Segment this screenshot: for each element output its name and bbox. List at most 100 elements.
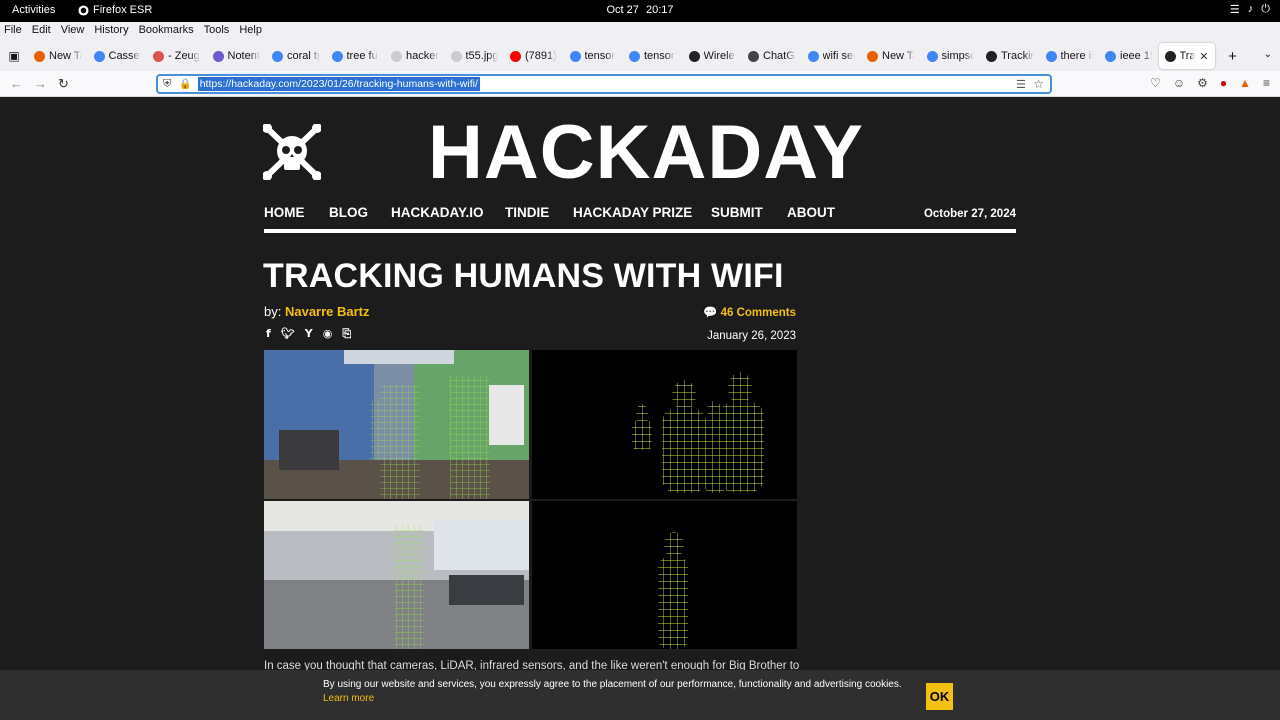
menu-history[interactable]: History	[89, 22, 133, 41]
article-date: January 26, 2023	[707, 330, 796, 342]
nav-submit[interactable]: SUBMIT	[711, 205, 763, 220]
account-icon[interactable]: ☺	[1173, 76, 1185, 90]
addon-icon[interactable]: ▲	[1239, 76, 1251, 90]
browser-tab[interactable]: tensor	[623, 43, 683, 69]
browser-tab[interactable]: (7891)	[504, 43, 564, 69]
tab-favicon-icon	[153, 50, 164, 62]
browser-tab[interactable]: Notent	[207, 43, 267, 69]
pocket-icon[interactable]: ♡	[1150, 76, 1161, 90]
cookie-ok-button[interactable]: OK	[926, 683, 953, 710]
tab-title: simpso	[941, 50, 975, 62]
tab-favicon-icon	[272, 50, 283, 62]
tab-title: tensor	[584, 50, 616, 62]
tab-title: (7891)	[525, 50, 557, 62]
browser-tab[interactable]: coral tp	[266, 43, 326, 69]
byline-label: by:	[264, 304, 282, 319]
browser-tab[interactable]: wifi ser	[802, 43, 862, 69]
tab-strip: ▣ New Tab Cassette - Zeug Notent coral tp tre…	[0, 41, 1280, 71]
tab-title: Wireless	[703, 50, 737, 62]
hacker-news-icon[interactable]: Y	[305, 327, 313, 341]
nav-blog[interactable]: BLOG	[329, 205, 368, 220]
browser-tab[interactable]: Trac✕	[1158, 43, 1215, 69]
ublock-icon[interactable]: ●	[1220, 76, 1227, 90]
hackaday-skull-logo-icon[interactable]	[263, 124, 321, 180]
system-tray[interactable]: ☰ ♪ ⏻	[1230, 3, 1270, 16]
twitter-icon[interactable]: 🐦︎	[281, 327, 295, 341]
reader-view-icon[interactable]: ☰	[1016, 78, 1026, 91]
browser-tab[interactable]: Cassette	[88, 43, 148, 69]
browser-tab[interactable]: there is	[1040, 43, 1100, 69]
menu-help[interactable]: Help	[234, 22, 267, 41]
browser-tab[interactable]: tensor	[564, 43, 624, 69]
tab-favicon-icon	[93, 50, 105, 62]
nav-home[interactable]: HOME	[264, 205, 305, 220]
nav-hackaday-prize[interactable]: HACKADAY PRIZE	[573, 205, 692, 220]
author-link[interactable]: Navarre Bartz	[285, 304, 370, 319]
network-icon: ☰	[1229, 4, 1240, 16]
system-top-bar: Activities Firefox ESR Oct 27 20:17 ☰ ♪ …	[0, 0, 1280, 22]
browser-tab[interactable]: t55.jpg (JP	[445, 43, 505, 69]
firefox-view-icon[interactable]: ▣	[0, 49, 28, 63]
tab-close-icon[interactable]: ✕	[1199, 50, 1208, 63]
cookie-message: By using our website and services, you e…	[323, 679, 902, 690]
tab-title: Trac	[1179, 50, 1196, 62]
browser-tab[interactable]: hackersca	[385, 43, 445, 69]
clock[interactable]: Oct 27 20:17	[0, 4, 1280, 16]
back-icon[interactable]: ←	[10, 76, 23, 91]
browser-tab[interactable]: Tracking	[980, 43, 1040, 69]
url-text[interactable]: https://hackaday.com/2023/01/26/tracking…	[197, 77, 480, 91]
lock-icon[interactable]: 🔒	[179, 79, 191, 90]
browser-tab[interactable]: simpso	[921, 43, 981, 69]
extensions-icon[interactable]: ⚙	[1197, 76, 1208, 90]
nav-hackaday-io[interactable]: HACKADAY.IO	[391, 205, 484, 220]
tab-title: tree fu	[346, 50, 378, 62]
forward-icon[interactable]: →	[34, 76, 47, 91]
tab-favicon-icon	[331, 50, 343, 62]
tab-list: New Tab Cassette - Zeug Notent coral tp tree …	[28, 43, 1215, 69]
reddit-icon[interactable]: ◉	[323, 327, 333, 341]
tab-title: - Zeug	[168, 50, 200, 62]
menu-tools[interactable]: Tools	[199, 22, 235, 41]
browser-tab[interactable]: New Tab	[861, 43, 921, 69]
browser-tab[interactable]: tree fu	[326, 43, 386, 69]
browser-tab[interactable]: - Zeug	[147, 43, 207, 69]
facebook-icon[interactable]: f	[266, 327, 271, 341]
browser-tab[interactable]: New Tab	[28, 43, 88, 69]
tab-title: wifi ser	[822, 50, 856, 62]
menu-view[interactable]: View	[56, 22, 90, 41]
browser-tab[interactable]: Wireless	[683, 43, 743, 69]
share-bar: f 🐦︎ Y ◉ ⎘	[266, 327, 351, 341]
tab-favicon-icon	[1045, 50, 1057, 62]
main-navigation: HOME BLOG HACKADAY.IO TINDIE HACKADAY PR…	[264, 205, 1016, 233]
tab-favicon-icon	[986, 50, 997, 62]
nav-about[interactable]: ABOUT	[787, 205, 835, 220]
reload-icon[interactable]: ↻	[58, 76, 69, 92]
tab-favicon-icon	[212, 50, 224, 62]
clock-date: Oct 27	[606, 4, 639, 16]
new-tab-button[interactable]: +	[1219, 48, 1247, 65]
tab-favicon-icon	[569, 50, 581, 62]
menu-file[interactable]: File	[0, 22, 27, 41]
tab-favicon-icon	[1105, 50, 1116, 62]
menu-bookmarks[interactable]: Bookmarks	[134, 22, 199, 41]
volume-icon: ♪	[1247, 3, 1254, 15]
bookmark-star-icon[interactable]: ☆	[1033, 77, 1044, 91]
browser-tab[interactable]: ieee 15	[1099, 43, 1159, 69]
nav-tindie[interactable]: TINDIE	[505, 205, 549, 220]
app-menu-icon[interactable]: ≡	[1263, 76, 1270, 90]
url-bar[interactable]: ⛨ 🔒 https://hackaday.com/2023/01/26/trac…	[156, 74, 1052, 94]
menu-edit[interactable]: Edit	[27, 22, 56, 41]
site-wordmark[interactable]: HACKADAY	[428, 111, 864, 195]
tab-favicon-icon	[867, 50, 878, 62]
tab-favicon-icon	[807, 50, 819, 62]
cookie-learn-more-link[interactable]: Learn more	[323, 693, 374, 704]
tab-favicon-icon	[926, 50, 938, 62]
tracking-protection-icon[interactable]: ⛨	[163, 78, 171, 91]
clipboard-icon[interactable]: ⎘	[342, 327, 351, 341]
list-all-tabs-icon[interactable]: ⌄	[1264, 49, 1272, 60]
tab-favicon-icon	[34, 50, 45, 62]
browser-tab[interactable]: ChatGI	[742, 43, 802, 69]
comments-link[interactable]: 💬 46 Comments	[703, 305, 796, 319]
tab-title: coral tp	[287, 50, 320, 62]
current-date: October 27, 2024	[923, 208, 1016, 220]
